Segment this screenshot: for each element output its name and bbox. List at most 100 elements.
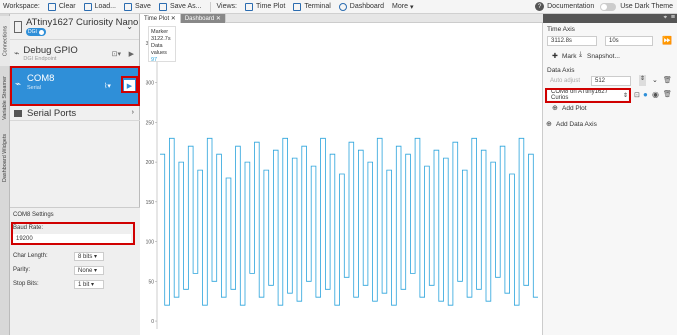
- dark-theme-label: Use Dark Theme: [620, 3, 673, 10]
- time-plot-label: Time Plot: [256, 3, 286, 10]
- save-as-icon: [158, 2, 167, 11]
- load-button[interactable]: Load...: [83, 2, 116, 11]
- stepper-icon[interactable]: ⇕: [639, 75, 646, 86]
- color-drop-icon[interactable]: ●: [643, 90, 648, 99]
- save-label: Save: [135, 3, 151, 10]
- snapshot-button[interactable]: Snapshot...: [587, 53, 620, 60]
- char-length-select[interactable]: 8 bits ▾: [74, 252, 104, 261]
- chevron-down-icon[interactable]: ⌄: [652, 76, 658, 84]
- serial-ports-label: Serial Ports: [27, 107, 77, 119]
- marker-box: Marker 3122.7s Data values 97: [148, 26, 176, 63]
- add-icon: ⊕: [546, 121, 552, 128]
- plot-tabs: Time Plot ✕ Dashboard ✕: [140, 14, 543, 23]
- y-tick-label: 150: [146, 200, 155, 206]
- save-as-button[interactable]: Save As...: [158, 2, 202, 11]
- marker-value: 3122.7s: [151, 36, 171, 42]
- add-data-axis-button[interactable]: Add Data Axis: [556, 121, 597, 128]
- auto-adjust-field[interactable]: Auto adjust: [547, 76, 587, 86]
- workspace-label: Workspace:: [3, 3, 40, 10]
- clear-button[interactable]: Clear: [47, 2, 76, 11]
- char-length-label: Char Length:: [13, 253, 48, 259]
- plot-settings-panel: ⌖ ≡ Time Axis 3112.8s 10s ⏩ ✚ Mark ⤓ Sna…: [543, 14, 677, 335]
- mark-button[interactable]: Mark: [562, 53, 576, 60]
- dark-theme-toggle[interactable]: [600, 2, 617, 11]
- tab-time-plot[interactable]: Time Plot ✕: [140, 14, 181, 23]
- device-curiosity-nano[interactable]: ATtiny1627 Curiosity Nano DGI ⌄: [10, 14, 139, 40]
- close-icon[interactable]: ✕: [171, 15, 176, 22]
- chart-icon: [245, 2, 253, 11]
- time-span-input[interactable]: 10s: [605, 36, 653, 46]
- eye-icon[interactable]: ◉: [652, 90, 659, 99]
- dashboard-icon: [338, 2, 347, 11]
- plot-icon[interactable]: ⊡▾: [112, 50, 121, 58]
- data-axis-label: Data Axis: [547, 67, 575, 74]
- tab-connections[interactable]: Connections: [0, 16, 10, 66]
- pin-icon: ✚: [552, 53, 558, 60]
- play-icon[interactable]: ▶: [129, 50, 134, 58]
- y-tick-label: 250: [146, 120, 155, 126]
- time-plot-chart[interactable]: 050100150200250300350: [140, 23, 543, 335]
- pulse-icon: ⌁: [14, 47, 20, 58]
- documentation-link[interactable]: Documentation: [547, 3, 594, 10]
- save-as-label: Save As...: [169, 3, 202, 10]
- device-sub: DGI Endpoint: [23, 55, 57, 62]
- stop-bits-label: Stop Bits:: [13, 281, 39, 287]
- y-tick-label: 200: [146, 160, 155, 166]
- tab-dashboard-widgets[interactable]: Dashboard Widgets: [0, 130, 10, 186]
- terminal-button[interactable]: Terminal: [293, 2, 331, 11]
- pin-icon[interactable]: ⌖: [664, 15, 667, 22]
- play-highlight: [121, 76, 138, 93]
- board-icon: [14, 20, 22, 33]
- trash-icon[interactable]: 🗑: [663, 90, 672, 98]
- time-plot-button[interactable]: Time Plot: [245, 2, 286, 11]
- terminal-icon: [293, 2, 302, 11]
- folder-icon: [83, 2, 92, 11]
- fast-forward-icon[interactable]: ⏩: [662, 36, 672, 45]
- add-plot-button[interactable]: Add Plot: [562, 105, 587, 112]
- trash-icon[interactable]: 🗑: [663, 76, 672, 84]
- data-values-label: Data values: [151, 43, 167, 56]
- marker-title: Marker: [151, 29, 169, 35]
- load-label: Load...: [94, 3, 116, 10]
- y-tick-label: 50: [148, 279, 154, 285]
- top-toolbar: Workspace: Clear Load... Save Save As...…: [0, 0, 677, 14]
- terminal-label: Terminal: [304, 3, 331, 10]
- device-name: ATtiny1627 Curiosity Nano: [26, 17, 139, 28]
- plot-icon[interactable]: ⊡: [634, 91, 640, 99]
- more-button[interactable]: More ▾: [392, 3, 413, 11]
- toolbar-divider: [209, 1, 211, 12]
- dashboard-label: Dashboard: [349, 3, 385, 10]
- time-axis-label: Time Axis: [547, 26, 575, 33]
- tab-variable-streamer[interactable]: Variable Streamer: [0, 68, 10, 128]
- collapse-icon[interactable]: ⌄: [126, 22, 133, 31]
- chevron-down-icon: ▾: [409, 3, 414, 11]
- y-tick-label: 300: [146, 81, 155, 87]
- data-axis-input[interactable]: 512: [591, 76, 631, 86]
- save-button[interactable]: Save: [124, 2, 151, 11]
- time-plot-area: Time Plot ✕ Dashboard ✕ 0 50 100 150 200 250 3…: [140, 14, 543, 335]
- help-icon[interactable]: ?: [535, 2, 545, 11]
- save-icon: [124, 2, 132, 11]
- close-icon[interactable]: ✕: [216, 15, 221, 22]
- clear-label: Clear: [58, 3, 76, 10]
- menu-icon[interactable]: ≡: [671, 14, 675, 21]
- dgi-badge[interactable]: DGI: [26, 28, 46, 36]
- parity-label: Parity:: [13, 267, 31, 273]
- baud-highlight: [11, 222, 135, 245]
- chevron-right-icon[interactable]: ›: [132, 109, 134, 116]
- tab-dashboard[interactable]: Dashboard ✕: [180, 14, 226, 23]
- device-name: Debug GPIO: [23, 44, 78, 56]
- dashboard-button[interactable]: Dashboard: [338, 2, 385, 11]
- panel-header: ⌖ ≡: [543, 14, 677, 23]
- y-tick-label: 0: [151, 319, 154, 325]
- snapshot-icon: ⤓: [579, 51, 583, 58]
- time-axis-input[interactable]: 3112.8s: [547, 36, 597, 46]
- more-label: More: [392, 3, 408, 10]
- file-icon: [47, 2, 56, 11]
- serial-ports[interactable]: Serial Ports ›: [10, 106, 140, 121]
- parity-select[interactable]: None ▾: [74, 266, 104, 275]
- device-debug-gpio[interactable]: ⌁ Debug GPIO DGI Endpoint ⊡▾ ▶: [10, 40, 139, 67]
- connections-sidebar: ATtiny1627 Curiosity Nano DGI ⌄ ⌁ Debug …: [10, 14, 140, 335]
- series-line: [160, 137, 538, 306]
- stop-bits-select[interactable]: 1 bit ▾: [74, 280, 104, 289]
